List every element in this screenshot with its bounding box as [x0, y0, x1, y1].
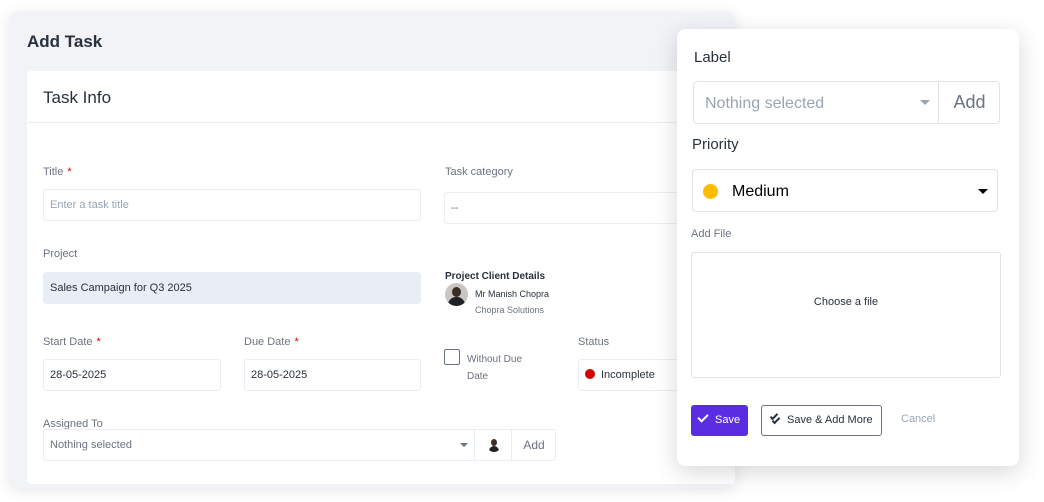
priority-heading: Priority: [692, 136, 739, 153]
status-value: Incomplete: [601, 369, 655, 381]
status-dot-icon: [585, 369, 595, 379]
task-extra-panel: Label Nothing selected Add Priority Medi…: [677, 29, 1019, 466]
label-select-value: Nothing selected: [705, 95, 825, 112]
start-date-label: Start Date *: [43, 336, 101, 348]
title-label: Title *: [43, 166, 72, 178]
title-label-text: Title: [43, 166, 64, 178]
priority-value: Medium: [732, 183, 789, 200]
task-info-card: Task Info Title * Enter a task title Task…: [27, 71, 735, 484]
assigned-to-select[interactable]: Nothing selected Add: [43, 429, 556, 461]
client-company: Chopra Solutions: [475, 305, 545, 315]
double-check-icon: [769, 411, 781, 425]
required-mark: *: [67, 166, 72, 178]
status-label: Status: [578, 336, 610, 348]
add-task-window: Add Task Task Info Title * Enter a task t…: [9, 12, 735, 488]
card-title: Task Info: [43, 88, 112, 107]
card-header: Task Info: [27, 71, 735, 123]
assigned-add-button[interactable]: Add: [512, 430, 556, 460]
priority-dot-icon: [703, 184, 718, 199]
start-date-label-text: Start Date: [43, 336, 93, 348]
label-heading: Label: [694, 49, 731, 66]
task-category-label: Task category: [445, 166, 513, 178]
client-details-heading: Project Client Details: [445, 271, 546, 282]
chevron-down-icon: [460, 443, 468, 447]
title-input[interactable]: Enter a task title: [43, 189, 421, 221]
save-and-add-more-label: Save & Add More: [787, 414, 873, 426]
client-avatar: [445, 283, 468, 306]
due-date-input[interactable]: 28-05-2025: [244, 359, 421, 391]
cancel-button[interactable]: Cancel: [901, 413, 935, 425]
user-avatar-icon[interactable]: [487, 438, 501, 452]
due-date-label: Due Date *: [244, 336, 299, 348]
without-due-date-checkbox[interactable]: [444, 349, 460, 365]
page-title: Add Task: [27, 32, 103, 51]
required-mark: *: [294, 336, 299, 348]
required-mark: *: [96, 336, 101, 348]
save-button[interactable]: Save: [691, 405, 748, 436]
choose-file-prompt: Choose a file: [813, 296, 879, 308]
client-name: Mr Manish Chopra: [475, 289, 550, 299]
start-date-input[interactable]: 28-05-2025: [43, 359, 221, 391]
priority-select[interactable]: Medium: [692, 169, 998, 212]
chevron-down-icon: [920, 100, 930, 105]
without-due-date-label: Without Due Date: [467, 354, 523, 382]
divider: [474, 430, 475, 460]
save-and-add-more-button[interactable]: Save & Add More: [761, 405, 882, 436]
label-select[interactable]: Nothing selected Add: [693, 81, 1000, 124]
chevron-down-icon: [978, 189, 988, 194]
due-date-label-text: Due Date: [244, 336, 291, 348]
label-add-button[interactable]: Add: [939, 82, 1000, 123]
check-icon: [697, 411, 709, 423]
assigned-to-value: Nothing selected: [50, 439, 132, 451]
add-file-heading: Add File: [691, 228, 732, 240]
project-label: Project: [43, 248, 78, 260]
save-button-label: Save: [715, 414, 741, 426]
project-field: Sales Campaign for Q3 2025: [43, 272, 421, 304]
file-dropzone[interactable]: Choose a file: [691, 252, 1001, 378]
